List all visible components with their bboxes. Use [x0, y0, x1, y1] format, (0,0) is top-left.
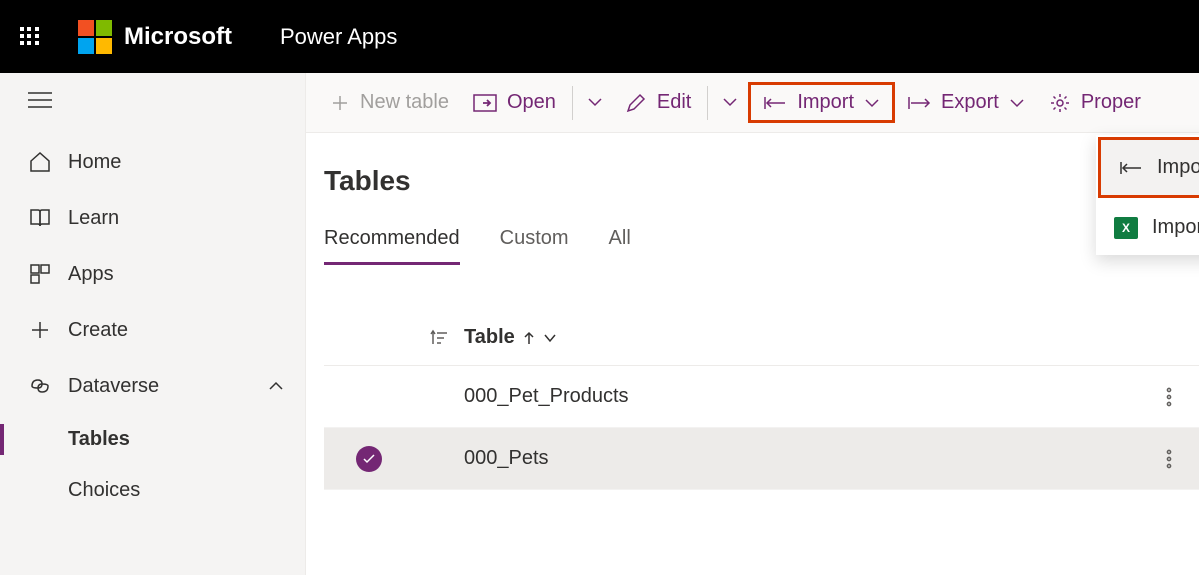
- app-launcher-icon[interactable]: [20, 27, 40, 47]
- table-row[interactable]: 000_Pet_Products: [324, 366, 1199, 428]
- sidebar-subitem-label: Tables: [68, 428, 130, 451]
- sidebar: Home Learn Apps Create Dataverse Tables …: [0, 73, 306, 575]
- open-button[interactable]: Open: [461, 83, 568, 122]
- table-cell-name: 000_Pet_Products: [464, 385, 1139, 408]
- toolbar-label: Export: [941, 91, 999, 114]
- toolbar: New table Open Edit Import: [306, 73, 1199, 133]
- open-dropdown-button[interactable]: [577, 86, 613, 120]
- sidebar-subitem-choices[interactable]: Choices: [0, 465, 305, 516]
- home-icon: [28, 150, 52, 174]
- dropdown-item-label: Import data: [1157, 156, 1199, 179]
- toolbar-label: Import: [797, 91, 854, 114]
- sidebar-item-learn[interactable]: Learn: [0, 190, 305, 246]
- table-header-row: Table: [324, 316, 1199, 366]
- sidebar-item-label: Home: [68, 151, 121, 174]
- excel-icon: X: [1114, 217, 1138, 239]
- row-checkbox[interactable]: [324, 446, 414, 472]
- sidebar-item-create[interactable]: Create: [0, 302, 305, 358]
- sidebar-item-apps[interactable]: Apps: [0, 246, 305, 302]
- sidebar-item-label: Dataverse: [68, 375, 159, 398]
- content-area: Tables Recommended Custom All Table: [306, 133, 1199, 575]
- app-header: Microsoft Power Apps: [0, 0, 1199, 73]
- import-excel-item[interactable]: X Import data from Excel: [1096, 200, 1199, 255]
- toolbar-label: Proper: [1081, 91, 1141, 114]
- sidebar-subitem-tables[interactable]: Tables: [0, 414, 305, 465]
- row-menu-button[interactable]: [1139, 387, 1199, 407]
- main-area: New table Open Edit Import: [306, 73, 1199, 575]
- toolbar-label: New table: [360, 91, 449, 114]
- properties-button[interactable]: Proper: [1037, 83, 1153, 122]
- sidebar-item-label: Learn: [68, 207, 119, 230]
- brand-name: Microsoft: [124, 23, 232, 51]
- import-dropdown: Import data X Import data from Excel: [1096, 135, 1199, 255]
- app-name: Power Apps: [280, 24, 397, 50]
- edit-dropdown-button[interactable]: [712, 86, 748, 120]
- sidebar-item-label: Create: [68, 319, 128, 342]
- sort-asc-icon: [523, 331, 535, 345]
- export-button[interactable]: Export: [895, 83, 1037, 122]
- table-cell-name: 000_Pets: [464, 447, 1139, 470]
- edit-button[interactable]: Edit: [613, 83, 703, 122]
- dataverse-icon: [28, 374, 52, 398]
- sidebar-item-home[interactable]: Home: [0, 134, 305, 190]
- sort-icon[interactable]: [414, 328, 464, 348]
- apps-icon: [28, 262, 52, 286]
- page-title: Tables: [324, 165, 1199, 197]
- sidebar-subitem-label: Choices: [68, 479, 140, 502]
- dropdown-item-label: Import data from Excel: [1152, 216, 1199, 239]
- chevron-down-icon: [543, 333, 557, 343]
- tabs: Recommended Custom All: [324, 227, 1199, 266]
- tab-all[interactable]: All: [609, 227, 631, 265]
- plus-icon: [28, 318, 52, 342]
- microsoft-logo-icon: [78, 20, 112, 54]
- hamburger-button[interactable]: [0, 83, 305, 134]
- tab-recommended[interactable]: Recommended: [324, 227, 460, 265]
- table-row[interactable]: 000_Pets: [324, 428, 1199, 490]
- new-table-button[interactable]: New table: [318, 83, 461, 122]
- toolbar-label: Edit: [657, 91, 691, 114]
- import-icon: [1119, 160, 1143, 176]
- sidebar-item-label: Apps: [68, 263, 114, 286]
- check-circle-icon: [356, 446, 382, 472]
- toolbar-label: Open: [507, 91, 556, 114]
- table: Table 000_Pet_Products: [324, 316, 1199, 490]
- column-header-table[interactable]: Table: [464, 326, 1139, 349]
- row-menu-button[interactable]: [1139, 449, 1199, 469]
- book-icon: [28, 206, 52, 230]
- tab-custom[interactable]: Custom: [500, 227, 569, 265]
- import-data-item[interactable]: Import data: [1101, 140, 1199, 195]
- sidebar-item-dataverse[interactable]: Dataverse: [0, 358, 305, 414]
- chevron-up-icon: [267, 375, 285, 398]
- import-button[interactable]: Import: [748, 82, 895, 123]
